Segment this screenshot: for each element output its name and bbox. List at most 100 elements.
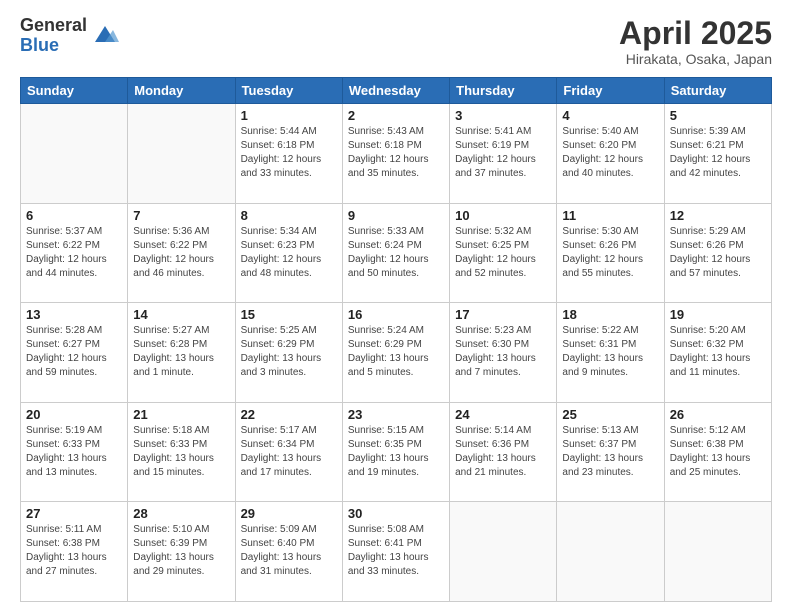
day-number: 18 bbox=[562, 307, 658, 322]
day-info: Sunrise: 5:12 AM Sunset: 6:38 PM Dayligh… bbox=[670, 424, 766, 480]
col-header-sunday: Sunday bbox=[21, 78, 128, 104]
calendar-cell: 6 Sunrise: 5:37 AM Sunset: 6:22 PM Daylig… bbox=[21, 203, 128, 303]
calendar-cell: 29Sunrise: 5:09 AM Sunset: 6:40 PM Dayli… bbox=[235, 502, 342, 602]
calendar-cell: 5 Sunrise: 5:39 AM Sunset: 6:21 PM Daylig… bbox=[664, 104, 771, 204]
calendar-cell: 23 Sunrise: 5:15 AM Sunset: 6:35 PM Dayli… bbox=[342, 402, 449, 502]
calendar-cell: 24 Sunrise: 5:14 AM Sunset: 6:36 PM Dayli… bbox=[450, 402, 557, 502]
calendar-cell: 21 Sunrise: 5:18 AM Sunset: 6:33 PM Dayli… bbox=[128, 402, 235, 502]
day-info: Sunrise: 5:23 AM Sunset: 6:30 PM Dayligh… bbox=[455, 324, 551, 380]
day-info: Sunrise: 5:09 AM Sunset: 6:40 PM Dayligh… bbox=[241, 523, 337, 579]
day-info: Sunrise: 5:40 AM Sunset: 6:20 PM Dayligh… bbox=[562, 125, 658, 181]
calendar-cell: 16 Sunrise: 5:24 AM Sunset: 6:29 PM Dayli… bbox=[342, 303, 449, 403]
calendar-cell: 27 Sunrise: 5:11 AM Sunset: 6:38 PM Dayli… bbox=[21, 502, 128, 602]
day-info: Sunrise: 5:08 AM Sunset: 6:41 PM Dayligh… bbox=[348, 523, 444, 579]
day-number: 3 bbox=[455, 108, 551, 123]
day-number: 16 bbox=[348, 307, 444, 322]
day-info: Sunrise: 5:29 AM Sunset: 6:26 PM Dayligh… bbox=[670, 225, 766, 281]
day-info: Sunrise: 5:39 AM Sunset: 6:21 PM Dayligh… bbox=[670, 125, 766, 181]
col-header-saturday: Saturday bbox=[664, 78, 771, 104]
day-info: Sunrise: 5:43 AM Sunset: 6:18 PM Dayligh… bbox=[348, 125, 444, 181]
calendar-cell: 19Sunrise: 5:20 AM Sunset: 6:32 PM Dayli… bbox=[664, 303, 771, 403]
calendar-cell: 10Sunrise: 5:32 AM Sunset: 6:25 PM Dayli… bbox=[450, 203, 557, 303]
col-header-thursday: Thursday bbox=[450, 78, 557, 104]
calendar-week-0: 1Sunrise: 5:44 AM Sunset: 6:18 PM Daylig… bbox=[21, 104, 772, 204]
calendar-cell: 25 Sunrise: 5:13 AM Sunset: 6:37 PM Dayli… bbox=[557, 402, 664, 502]
day-info: Sunrise: 5:11 AM Sunset: 6:38 PM Dayligh… bbox=[26, 523, 122, 579]
day-number: 23 bbox=[348, 407, 444, 422]
day-number: 8 bbox=[241, 208, 337, 223]
day-number: 10 bbox=[455, 208, 551, 223]
calendar-cell: 1Sunrise: 5:44 AM Sunset: 6:18 PM Daylig… bbox=[235, 104, 342, 204]
calendar-week-2: 13 Sunrise: 5:28 AM Sunset: 6:27 PM Dayli… bbox=[21, 303, 772, 403]
calendar-cell bbox=[664, 502, 771, 602]
calendar-header-row: SundayMondayTuesdayWednesdayThursdayFrid… bbox=[21, 78, 772, 104]
day-number: 4 bbox=[562, 108, 658, 123]
day-number: 9 bbox=[348, 208, 444, 223]
logo: General Blue bbox=[20, 16, 119, 56]
day-number: 11 bbox=[562, 208, 658, 223]
calendar-cell: 18 Sunrise: 5:22 AM Sunset: 6:31 PM Dayli… bbox=[557, 303, 664, 403]
day-number: 25 bbox=[562, 407, 658, 422]
calendar-week-3: 20Sunrise: 5:19 AM Sunset: 6:33 PM Dayli… bbox=[21, 402, 772, 502]
day-number: 5 bbox=[670, 108, 766, 123]
day-number: 20 bbox=[26, 407, 122, 422]
day-number: 30 bbox=[348, 506, 444, 521]
logo-text: General Blue bbox=[20, 16, 87, 56]
calendar-cell: 14 Sunrise: 5:27 AM Sunset: 6:28 PM Dayli… bbox=[128, 303, 235, 403]
day-number: 12 bbox=[670, 208, 766, 223]
calendar-week-4: 27 Sunrise: 5:11 AM Sunset: 6:38 PM Dayli… bbox=[21, 502, 772, 602]
day-info: Sunrise: 5:28 AM Sunset: 6:27 PM Dayligh… bbox=[26, 324, 122, 380]
logo-general: General bbox=[20, 16, 87, 36]
calendar-cell: 17 Sunrise: 5:23 AM Sunset: 6:30 PM Dayli… bbox=[450, 303, 557, 403]
day-number: 14 bbox=[133, 307, 229, 322]
calendar-cell: 15Sunrise: 5:25 AM Sunset: 6:29 PM Dayli… bbox=[235, 303, 342, 403]
day-number: 2 bbox=[348, 108, 444, 123]
day-info: Sunrise: 5:44 AM Sunset: 6:18 PM Dayligh… bbox=[241, 125, 337, 181]
page: General Blue April 2025 Hirakata, Osaka,… bbox=[0, 0, 792, 612]
day-number: 22 bbox=[241, 407, 337, 422]
title-block: April 2025 Hirakata, Osaka, Japan bbox=[619, 16, 772, 67]
col-header-friday: Friday bbox=[557, 78, 664, 104]
header: General Blue April 2025 Hirakata, Osaka,… bbox=[20, 16, 772, 67]
day-number: 26 bbox=[670, 407, 766, 422]
day-info: Sunrise: 5:41 AM Sunset: 6:19 PM Dayligh… bbox=[455, 125, 551, 181]
calendar-cell bbox=[128, 104, 235, 204]
day-number: 27 bbox=[26, 506, 122, 521]
calendar-cell: 4 Sunrise: 5:40 AM Sunset: 6:20 PM Daylig… bbox=[557, 104, 664, 204]
day-info: Sunrise: 5:34 AM Sunset: 6:23 PM Dayligh… bbox=[241, 225, 337, 281]
calendar-cell: 12 Sunrise: 5:29 AM Sunset: 6:26 PM Dayli… bbox=[664, 203, 771, 303]
calendar-cell: 2 Sunrise: 5:43 AM Sunset: 6:18 PM Daylig… bbox=[342, 104, 449, 204]
col-header-tuesday: Tuesday bbox=[235, 78, 342, 104]
day-number: 24 bbox=[455, 407, 551, 422]
day-number: 28 bbox=[133, 506, 229, 521]
day-info: Sunrise: 5:24 AM Sunset: 6:29 PM Dayligh… bbox=[348, 324, 444, 380]
day-info: Sunrise: 5:18 AM Sunset: 6:33 PM Dayligh… bbox=[133, 424, 229, 480]
calendar-cell: 3 Sunrise: 5:41 AM Sunset: 6:19 PM Daylig… bbox=[450, 104, 557, 204]
col-header-wednesday: Wednesday bbox=[342, 78, 449, 104]
day-info: Sunrise: 5:22 AM Sunset: 6:31 PM Dayligh… bbox=[562, 324, 658, 380]
day-info: Sunrise: 5:14 AM Sunset: 6:36 PM Dayligh… bbox=[455, 424, 551, 480]
location: Hirakata, Osaka, Japan bbox=[619, 51, 772, 67]
calendar-cell: 20Sunrise: 5:19 AM Sunset: 6:33 PM Dayli… bbox=[21, 402, 128, 502]
day-number: 21 bbox=[133, 407, 229, 422]
calendar-cell bbox=[450, 502, 557, 602]
day-info: Sunrise: 5:36 AM Sunset: 6:22 PM Dayligh… bbox=[133, 225, 229, 281]
day-number: 6 bbox=[26, 208, 122, 223]
calendar-cell: 22Sunrise: 5:17 AM Sunset: 6:34 PM Dayli… bbox=[235, 402, 342, 502]
day-info: Sunrise: 5:27 AM Sunset: 6:28 PM Dayligh… bbox=[133, 324, 229, 380]
day-number: 19 bbox=[670, 307, 766, 322]
logo-icon bbox=[91, 20, 119, 48]
calendar-cell: 26 Sunrise: 5:12 AM Sunset: 6:38 PM Dayli… bbox=[664, 402, 771, 502]
month-title: April 2025 bbox=[619, 16, 772, 51]
day-number: 13 bbox=[26, 307, 122, 322]
day-info: Sunrise: 5:13 AM Sunset: 6:37 PM Dayligh… bbox=[562, 424, 658, 480]
calendar-cell: 7Sunrise: 5:36 AM Sunset: 6:22 PM Daylig… bbox=[128, 203, 235, 303]
day-info: Sunrise: 5:15 AM Sunset: 6:35 PM Dayligh… bbox=[348, 424, 444, 480]
col-header-monday: Monday bbox=[128, 78, 235, 104]
logo-blue: Blue bbox=[20, 36, 87, 56]
calendar-cell: 30 Sunrise: 5:08 AM Sunset: 6:41 PM Dayli… bbox=[342, 502, 449, 602]
day-info: Sunrise: 5:37 AM Sunset: 6:22 PM Dayligh… bbox=[26, 225, 122, 281]
day-info: Sunrise: 5:25 AM Sunset: 6:29 PM Dayligh… bbox=[241, 324, 337, 380]
day-number: 17 bbox=[455, 307, 551, 322]
calendar-cell: 11Sunrise: 5:30 AM Sunset: 6:26 PM Dayli… bbox=[557, 203, 664, 303]
